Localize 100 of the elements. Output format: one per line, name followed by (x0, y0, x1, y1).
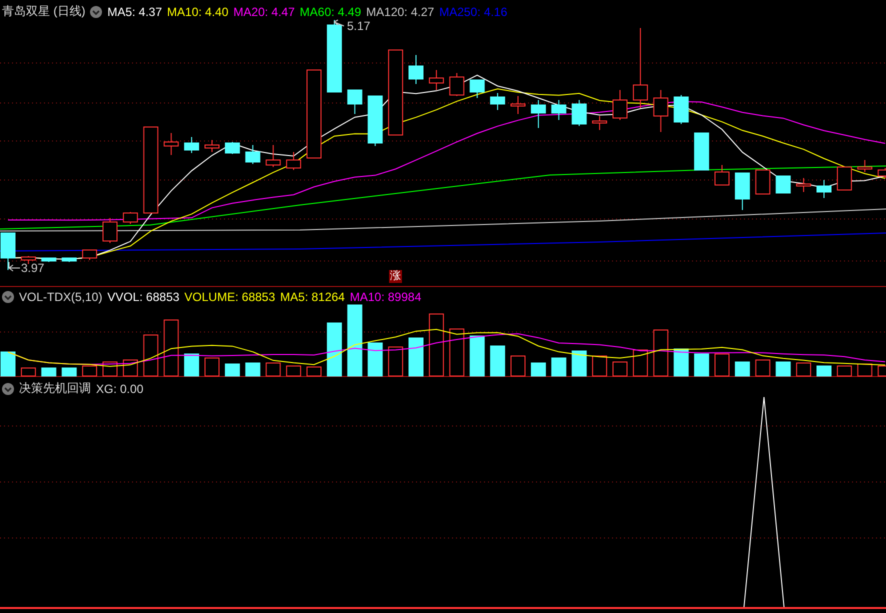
candlestick (82, 250, 98, 260)
indicator-value: MA60: 4.49 (300, 4, 362, 18)
candlestick (836, 166, 852, 190)
candlestick (510, 96, 526, 114)
indicator-value: XG: 0.00 (96, 382, 144, 396)
high-price-label: 5.17 (347, 19, 370, 33)
candlestick (674, 94, 689, 124)
candlestick (551, 100, 566, 120)
volume-bar (143, 334, 158, 376)
stock-title: 青岛双星 (日线) (2, 3, 86, 20)
volume-bar (510, 356, 526, 376)
volume-bar (184, 354, 200, 376)
candlestick (62, 258, 77, 262)
volume-bar (347, 304, 362, 376)
candlestick (755, 170, 770, 194)
indicator-title: 决策先机回调 (19, 380, 91, 397)
volume-bar (388, 346, 404, 376)
volume-bar (714, 354, 730, 376)
candlestick (102, 218, 118, 244)
volume-bar (632, 350, 648, 376)
volume-bar (490, 346, 506, 376)
volume-bar (572, 350, 587, 376)
candlestick (347, 90, 362, 114)
volume-bar (694, 354, 710, 376)
candlestick (245, 144, 260, 164)
dropdown-icon[interactable] (2, 291, 14, 303)
volume-bar (592, 356, 608, 376)
candlestick (734, 172, 750, 210)
candlestick (612, 90, 628, 120)
volume-bar (796, 362, 812, 376)
volume-bar (224, 364, 240, 376)
candlestick (428, 70, 444, 90)
indicator-value: VVOL: 68853 (107, 290, 180, 304)
indicator-value: MA10: 4.40 (167, 4, 228, 18)
candlestick (449, 72, 464, 96)
candlestick (816, 180, 832, 198)
candlestick (204, 140, 220, 152)
indicator-value: VOLUME: 68853 (184, 290, 276, 304)
candlestick (857, 160, 872, 172)
candlestick (592, 116, 608, 130)
candlestick (224, 142, 240, 154)
low-arrow-icon (8, 262, 20, 272)
volume-bar (776, 362, 791, 376)
candlestick (41, 258, 56, 262)
volume-bar (734, 362, 750, 376)
candlestick (164, 132, 179, 156)
volume-bar (428, 314, 444, 376)
candlestick (286, 152, 302, 170)
high-arrow-icon (334, 20, 344, 26)
volume-bar (266, 362, 281, 376)
volume-bar (164, 320, 179, 376)
volume-bar (306, 366, 322, 376)
volume-bar (368, 342, 383, 376)
volume-bar (82, 366, 98, 376)
volume-bar (755, 360, 770, 376)
volume-bar (857, 364, 872, 376)
candlestick (694, 132, 710, 170)
candlestick (490, 92, 506, 110)
candlestick (0, 232, 16, 270)
volume-bar (612, 362, 628, 376)
volume-bar (204, 358, 220, 376)
candlestick (408, 54, 424, 84)
volume-bar (245, 362, 260, 376)
volume-bar (836, 366, 852, 376)
candlestick (796, 178, 812, 192)
candlestick (20, 256, 36, 264)
low-price-label: 3.97 (21, 261, 44, 275)
volume-bar (408, 338, 424, 376)
candlestick (266, 144, 281, 168)
candlestick (184, 136, 200, 154)
volume-bar (653, 330, 668, 376)
candlestick (572, 100, 587, 126)
dropdown-icon[interactable] (2, 382, 14, 394)
indicator-value: MA5: 4.37 (107, 4, 162, 18)
volume-bar (20, 368, 36, 376)
volume-bar (286, 366, 302, 376)
volume-bar (470, 336, 485, 376)
candlestick (530, 100, 546, 128)
volume-bar (0, 352, 16, 376)
volume-bar (551, 358, 566, 376)
candlestick (776, 176, 791, 194)
indicator-title: VOL-TDX(5,10) (19, 290, 102, 304)
candlestick (714, 164, 730, 186)
candlestick (470, 80, 485, 98)
indicator-value: MA250: 4.16 (439, 4, 508, 18)
indicator-value: MA20: 4.47 (233, 4, 295, 18)
indicator-value: MA120: 4.27 (366, 4, 434, 18)
volume-bar (41, 368, 56, 376)
candlestick (653, 90, 668, 132)
volume-bar (530, 362, 546, 376)
volume-bar (816, 366, 832, 376)
candlestick (368, 96, 383, 146)
candlestick (122, 212, 138, 224)
volume-bar (674, 348, 689, 376)
volume-bar (326, 322, 342, 376)
indicator-value: MA10: 89984 (350, 290, 422, 304)
indicator-value: MA5: 81264 (280, 290, 345, 304)
dropdown-icon[interactable] (90, 6, 102, 18)
volume-bar (62, 368, 77, 376)
volume-bar (449, 328, 464, 376)
